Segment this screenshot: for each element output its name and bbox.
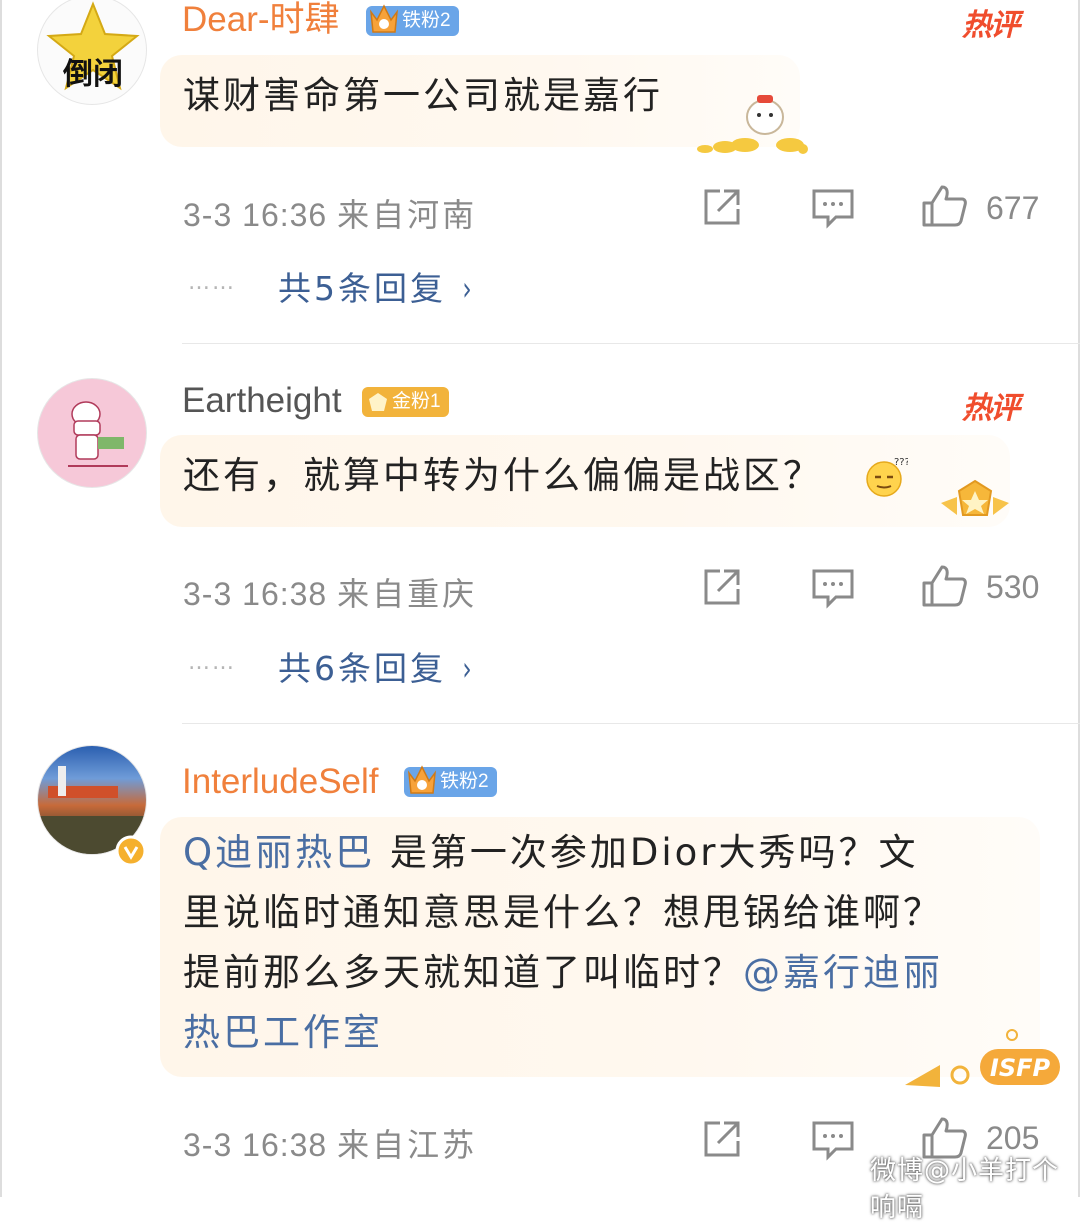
- username[interactable]: Dear-时肆: [182, 0, 340, 42]
- username[interactable]: Eartheight: [182, 379, 342, 423]
- text-line-1: Q迪丽热巴 是第一次参加Dior大秀吗？文: [183, 823, 1033, 883]
- comment-text-content: 还有，就算中转为什么偏偏是战区？: [183, 454, 823, 497]
- confused-emoji-icon: ???: [866, 457, 908, 497]
- like-count: 530: [986, 569, 1040, 605]
- like-icon[interactable]: [920, 563, 968, 609]
- fan-badge: 铁粉2: [366, 4, 459, 36]
- share-icon[interactable]: [700, 565, 744, 609]
- avatar-text: 倒闭: [62, 57, 123, 92]
- crown-icon: [369, 4, 399, 33]
- replies-label: 共6条回复: [278, 649, 446, 688]
- username[interactable]: InterludeSelf: [182, 760, 379, 804]
- fan-badge: 金粉1: [362, 387, 449, 417]
- location: 来自河南: [337, 196, 478, 234]
- topic-link[interactable]: Q迪丽热巴: [183, 831, 375, 874]
- avatar[interactable]: [37, 378, 147, 488]
- badge-label: 铁粉2: [402, 10, 451, 31]
- dots: ……: [188, 270, 236, 295]
- isfp-text: ISFP: [990, 1054, 1051, 1082]
- timestamp: 3-3 16:38: [183, 1127, 328, 1163]
- gold-star-decoration-icon: [941, 479, 1009, 516]
- view-replies-link[interactable]: 共6条回复 ›: [278, 642, 476, 690]
- comment-icon[interactable]: [810, 185, 856, 229]
- badge-label: 铁粉2: [440, 771, 489, 792]
- cartoon-avatar-icon: [68, 401, 128, 467]
- comment-meta: 3-3 16:38 来自江苏: [183, 1120, 477, 1166]
- svg-text:???: ???: [894, 457, 908, 468]
- gem-icon: [369, 393, 387, 411]
- comment-icon[interactable]: [810, 1117, 856, 1161]
- fan-badge: 铁粉2: [404, 765, 497, 797]
- view-replies-link[interactable]: 共5条回复 ›: [278, 262, 476, 310]
- comment-1: 倒闭 Dear-时肆 铁粉2 热评 谋财害命第一公司就是嘉行 3-3 16:36…: [0, 0, 1080, 345]
- like-count: 677: [986, 190, 1040, 226]
- dots: ……: [188, 650, 236, 675]
- replies-label: 共5条回复: [278, 269, 446, 308]
- comment-text: 谋财害命第一公司就是嘉行: [183, 74, 663, 117]
- star-icon: 倒闭: [46, 1, 140, 92]
- text-segment: 提前那么多天就知道了叫临时？: [183, 951, 743, 994]
- comment-meta: 3-3 16:38 来自重庆: [183, 569, 477, 615]
- share-icon[interactable]: [700, 1117, 744, 1161]
- timestamp: 3-3 16:38: [183, 576, 328, 612]
- comment-3: InterludeSelf 铁粉2 Q迪丽热巴 是第一次参加Dior大秀吗？文 …: [0, 725, 1080, 1197]
- text-segment: 是第一次参加Dior大秀吗？文: [375, 831, 919, 874]
- location: 来自重庆: [337, 575, 478, 613]
- text-line-3: 提前那么多天就知道了叫临时？@嘉行迪丽: [183, 943, 1033, 1003]
- text-line-2: 里说临时通知意思是什么？想甩锅给谁啊？: [183, 891, 943, 934]
- chevron-right-icon: ›: [462, 269, 474, 308]
- timestamp: 3-3 16:36: [183, 197, 328, 233]
- avatar[interactable]: 倒闭: [37, 0, 147, 105]
- divider: [182, 343, 1080, 344]
- comment-text: 还有，就算中转为什么偏偏是战区？: [183, 446, 823, 506]
- chevron-right-icon: ›: [462, 649, 474, 688]
- hot-label: 热评: [962, 8, 1020, 43]
- comment-2: Eartheight 金粉1 热评 还有，就算中转为什么偏偏是战区？ ??? 3…: [0, 345, 1080, 725]
- mention-link[interactable]: 热巴工作室: [183, 1011, 383, 1054]
- share-icon[interactable]: [700, 185, 744, 229]
- location: 来自江苏: [337, 1126, 478, 1164]
- badge-label: 金粉1: [392, 391, 441, 412]
- mention-link[interactable]: @嘉行迪丽: [743, 951, 943, 994]
- hot-label: 热评: [962, 391, 1020, 426]
- comment-meta: 3-3 16:36 来自河南: [183, 190, 477, 236]
- watermark: 微博@小羊打个响嗝: [870, 1156, 1060, 1223]
- verified-badge-icon: [115, 835, 147, 867]
- mascot-decoration-icon: [697, 95, 808, 154]
- divider: [182, 723, 1080, 724]
- like-icon[interactable]: [920, 183, 968, 229]
- crown-icon: [407, 765, 437, 794]
- isfp-decoration-icon: ISFP: [905, 1029, 1060, 1087]
- comment-icon[interactable]: [810, 565, 856, 609]
